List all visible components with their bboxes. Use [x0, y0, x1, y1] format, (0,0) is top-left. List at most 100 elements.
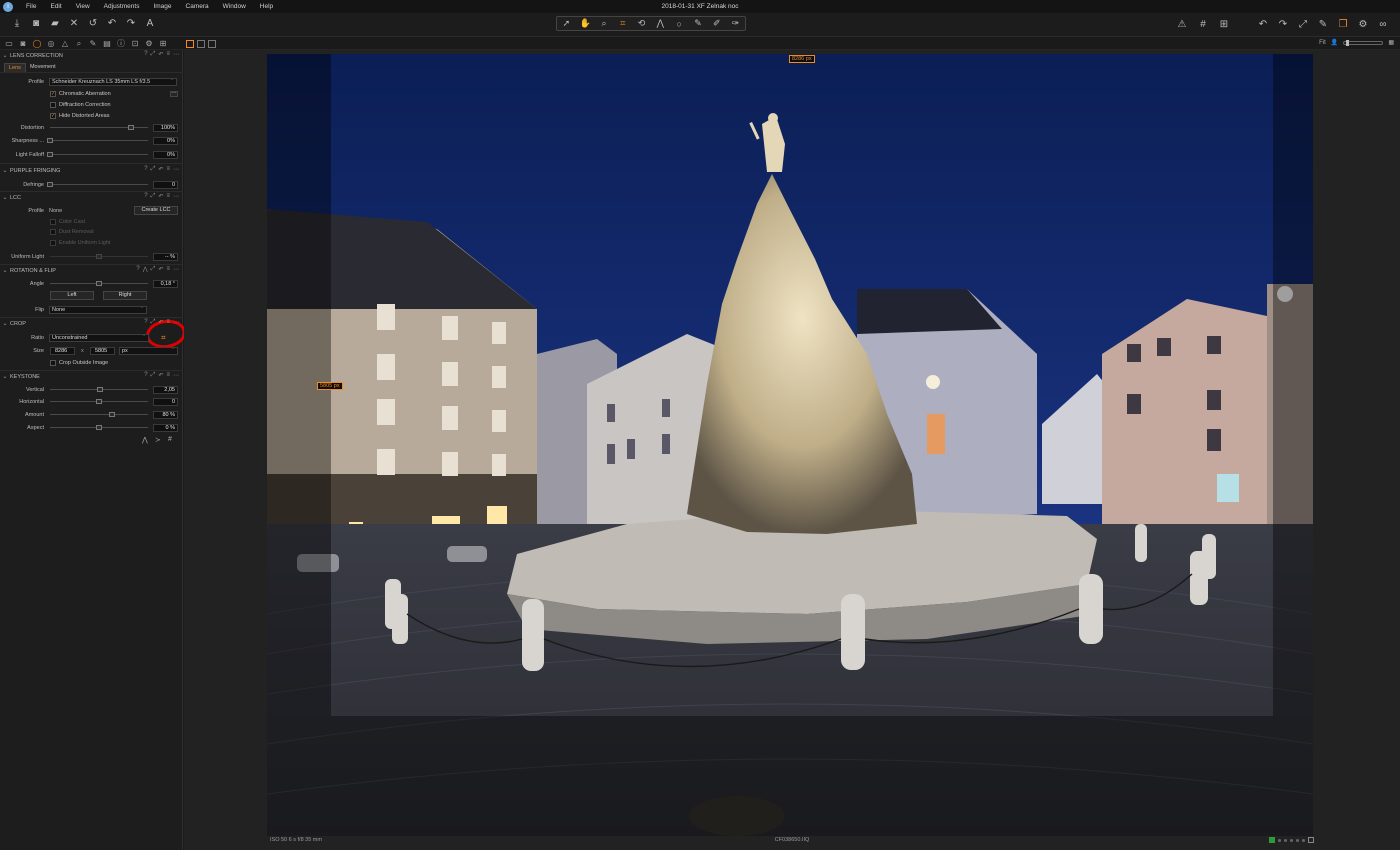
pick-icon[interactable]: ⤢: [151, 51, 156, 58]
hide-distorted-areas-checkbox[interactable]: ✓ Hide Distorted Areas: [50, 112, 109, 119]
pick-icon[interactable]: ⤢: [151, 266, 156, 273]
presets-icon[interactable]: ≡: [166, 372, 170, 379]
chromatic-aberration-checkbox[interactable]: ✓ Chromatic Aberration: [50, 90, 111, 97]
pick-icon[interactable]: ⤢: [151, 372, 156, 379]
lens-correction-header[interactable]: ⌄ LENS CORRECTION ? ⤢ ↶ ≡ ⋯: [0, 51, 183, 60]
guides-icon[interactable]: ⊞: [1217, 17, 1231, 31]
angle-slider[interactable]: [50, 281, 148, 286]
vertical-value[interactable]: 2,05: [153, 385, 178, 394]
multi-view-icon[interactable]: [186, 40, 194, 48]
menu-help[interactable]: Help: [253, 3, 280, 10]
light-falloff-value[interactable]: 0%: [153, 150, 178, 159]
styles-tab-icon[interactable]: ⊞: [158, 39, 168, 49]
expand-icon[interactable]: ⤢: [1296, 17, 1310, 31]
crop-unit-select[interactable]: px: [119, 346, 178, 355]
loupe-icon[interactable]: ⌕: [598, 18, 610, 30]
collapse-chevron-icon[interactable]: ⌄: [0, 52, 10, 59]
keystone-header[interactable]: ⌄ KEYSTONE ? ⤢ ↶ ≡ ⋯: [0, 372, 183, 381]
amount-value[interactable]: 80 %: [153, 410, 178, 419]
pick-icon[interactable]: ⤢: [151, 193, 156, 200]
color-cast-checkbox[interactable]: Color Cast: [50, 218, 85, 225]
undo-all-icon[interactable]: ↺: [86, 16, 100, 30]
select-icon[interactable]: ➚: [560, 18, 572, 30]
metadata-tab-icon[interactable]: ⓘ: [116, 39, 126, 49]
menu-image[interactable]: Image: [146, 3, 178, 10]
crop-header[interactable]: ⌄ CROP ? ⤢ ↶ ≡ ⋯: [0, 319, 183, 328]
color-tab-icon[interactable]: ◎: [46, 39, 56, 49]
export-icon[interactable]: ▰: [48, 16, 62, 30]
delete-icon[interactable]: ✕: [67, 16, 81, 30]
rotate-icon[interactable]: ⟲: [636, 18, 648, 30]
aspect-slider[interactable]: [50, 425, 148, 430]
tab-lens[interactable]: Lens: [4, 63, 26, 72]
rating-dot-icon[interactable]: [1278, 838, 1281, 842]
more-icon[interactable]: ⋯: [173, 319, 179, 326]
rating-dot-icon[interactable]: [1302, 838, 1305, 842]
zoom-slider[interactable]: [1343, 39, 1384, 46]
dust-removal-checkbox[interactable]: Dust Removal: [50, 228, 94, 235]
output-tab-icon[interactable]: ⊡: [130, 39, 140, 49]
presets-icon[interactable]: ≡: [166, 266, 170, 273]
more-icon[interactable]: ⋯: [173, 372, 179, 379]
gradient-icon[interactable]: ✑: [730, 18, 742, 30]
menu-file[interactable]: File: [19, 3, 43, 10]
keystone-full-icon[interactable]: #: [168, 436, 172, 443]
glasses-icon[interactable]: ∞: [1376, 17, 1390, 31]
app-icon[interactable]: i: [3, 1, 13, 12]
warning-icon[interactable]: ⚠: [1175, 17, 1189, 31]
menu-view[interactable]: View: [69, 3, 97, 10]
menu-adjustments[interactable]: Adjustments: [97, 3, 147, 10]
pick-icon[interactable]: ⤢: [151, 166, 156, 173]
image-viewer[interactable]: 8286 px 5805 px ISO 50 6 s f/8 35 mm CF0…: [184, 50, 1400, 850]
eraser-icon[interactable]: ✐: [711, 18, 723, 30]
adjust-tab-icon[interactable]: ▤: [102, 39, 112, 49]
pan-icon[interactable]: ✋: [579, 18, 591, 30]
diffraction-correction-checkbox[interactable]: Diffraction Correction: [50, 101, 111, 108]
help-icon[interactable]: ?: [144, 51, 147, 58]
copy-apply-icon[interactable]: ❐: [1336, 17, 1350, 31]
collapse-chevron-icon[interactable]: ⌄: [0, 373, 10, 380]
reset-icon[interactable]: ↶: [158, 319, 163, 326]
lens-tab-icon[interactable]: ◯: [32, 39, 42, 49]
sharpness-value[interactable]: 0%: [153, 136, 178, 145]
more-icon[interactable]: ⋯: [173, 266, 179, 273]
reset-icon[interactable]: ↶: [158, 266, 163, 273]
crop-outside-image-checkbox[interactable]: Crop Outside Image: [50, 359, 108, 366]
defringe-value[interactable]: 0: [153, 180, 178, 189]
brush-icon[interactable]: ✎: [692, 18, 704, 30]
lens-profile-select[interactable]: Schneider Kreuznach LS 35mm LS f/3.5: [49, 77, 177, 86]
keystone-tool-icon[interactable]: ⋀: [143, 266, 148, 273]
local-tab-icon[interactable]: ✎: [88, 39, 98, 49]
distortion-slider[interactable]: [50, 125, 148, 130]
collapse-chevron-icon[interactable]: ⌄: [0, 167, 10, 174]
rotate-left-icon[interactable]: ↶: [1256, 17, 1270, 31]
menu-camera[interactable]: Camera: [179, 3, 216, 10]
photo[interactable]: 8286 px 5805 px: [267, 54, 1313, 836]
exposure-tab-icon[interactable]: △: [60, 39, 70, 49]
purple-fringing-header[interactable]: ⌄ PURPLE FRINGING ? ⤢ ↶ ≡ ⋯: [0, 166, 183, 175]
undo-icon[interactable]: ↶: [105, 16, 119, 30]
reset-icon[interactable]: ↶: [158, 193, 163, 200]
more-icon[interactable]: ⋯: [173, 51, 179, 58]
help-icon[interactable]: ?: [144, 166, 147, 173]
presets-icon[interactable]: ≡: [166, 166, 170, 173]
horizontal-value[interactable]: 0: [153, 397, 178, 406]
crop-tool-icon[interactable]: ⌗: [161, 333, 166, 343]
batch-tab-icon[interactable]: ⚙: [144, 39, 154, 49]
light-falloff-slider[interactable]: [47, 152, 148, 157]
flip-select[interactable]: None: [49, 305, 147, 314]
collapse-chevron-icon[interactable]: ⌄: [0, 267, 10, 274]
reset-icon[interactable]: ↶: [158, 372, 163, 379]
keystone-icon[interactable]: ⋀: [654, 18, 666, 30]
presets-icon[interactable]: ≡: [166, 51, 170, 58]
collapse-chevron-icon[interactable]: ⌄: [0, 320, 10, 327]
library-tab-icon[interactable]: ▭: [4, 39, 14, 49]
help-icon[interactable]: ?: [144, 193, 147, 200]
keystone-vertical-icon[interactable]: ⋀: [142, 436, 148, 444]
defringe-slider[interactable]: [47, 182, 148, 187]
rotate-left-button[interactable]: Left: [50, 291, 94, 300]
uniform-light-slider[interactable]: [50, 254, 148, 259]
rating-dot-icon[interactable]: [1296, 838, 1299, 842]
presets-icon[interactable]: ≡: [166, 193, 170, 200]
crop-ratio-select[interactable]: Unconstrained: [49, 333, 149, 342]
